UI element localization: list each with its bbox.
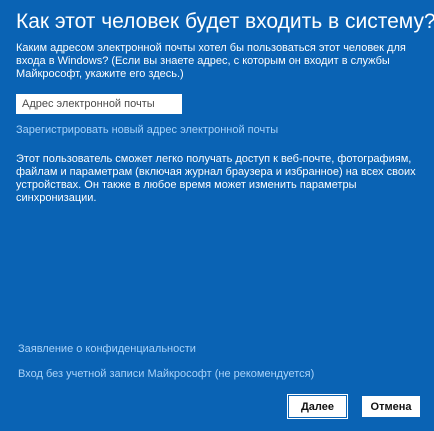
add-user-dialog: Как этот человек будет входить в систему… (0, 0, 434, 431)
email-prompt-text: Каким адресом электронной почты хотел бы… (16, 42, 406, 80)
register-email-link[interactable]: Зарегистрировать новый адрес электронной… (16, 124, 278, 136)
privacy-statement-link[interactable]: Заявление о конфиденциальности (18, 343, 196, 355)
sign-in-without-microsoft-account-link[interactable]: Вход без учетной записи Майкрософт (не р… (18, 368, 314, 380)
cancel-button[interactable]: Отмена (362, 396, 420, 417)
email-input[interactable] (16, 94, 182, 114)
sync-info-text: Этот пользователь сможет легко получать … (16, 153, 416, 204)
next-button[interactable]: Далее (289, 396, 346, 417)
page-title: Как этот человек будет входить в систему… (16, 10, 434, 33)
